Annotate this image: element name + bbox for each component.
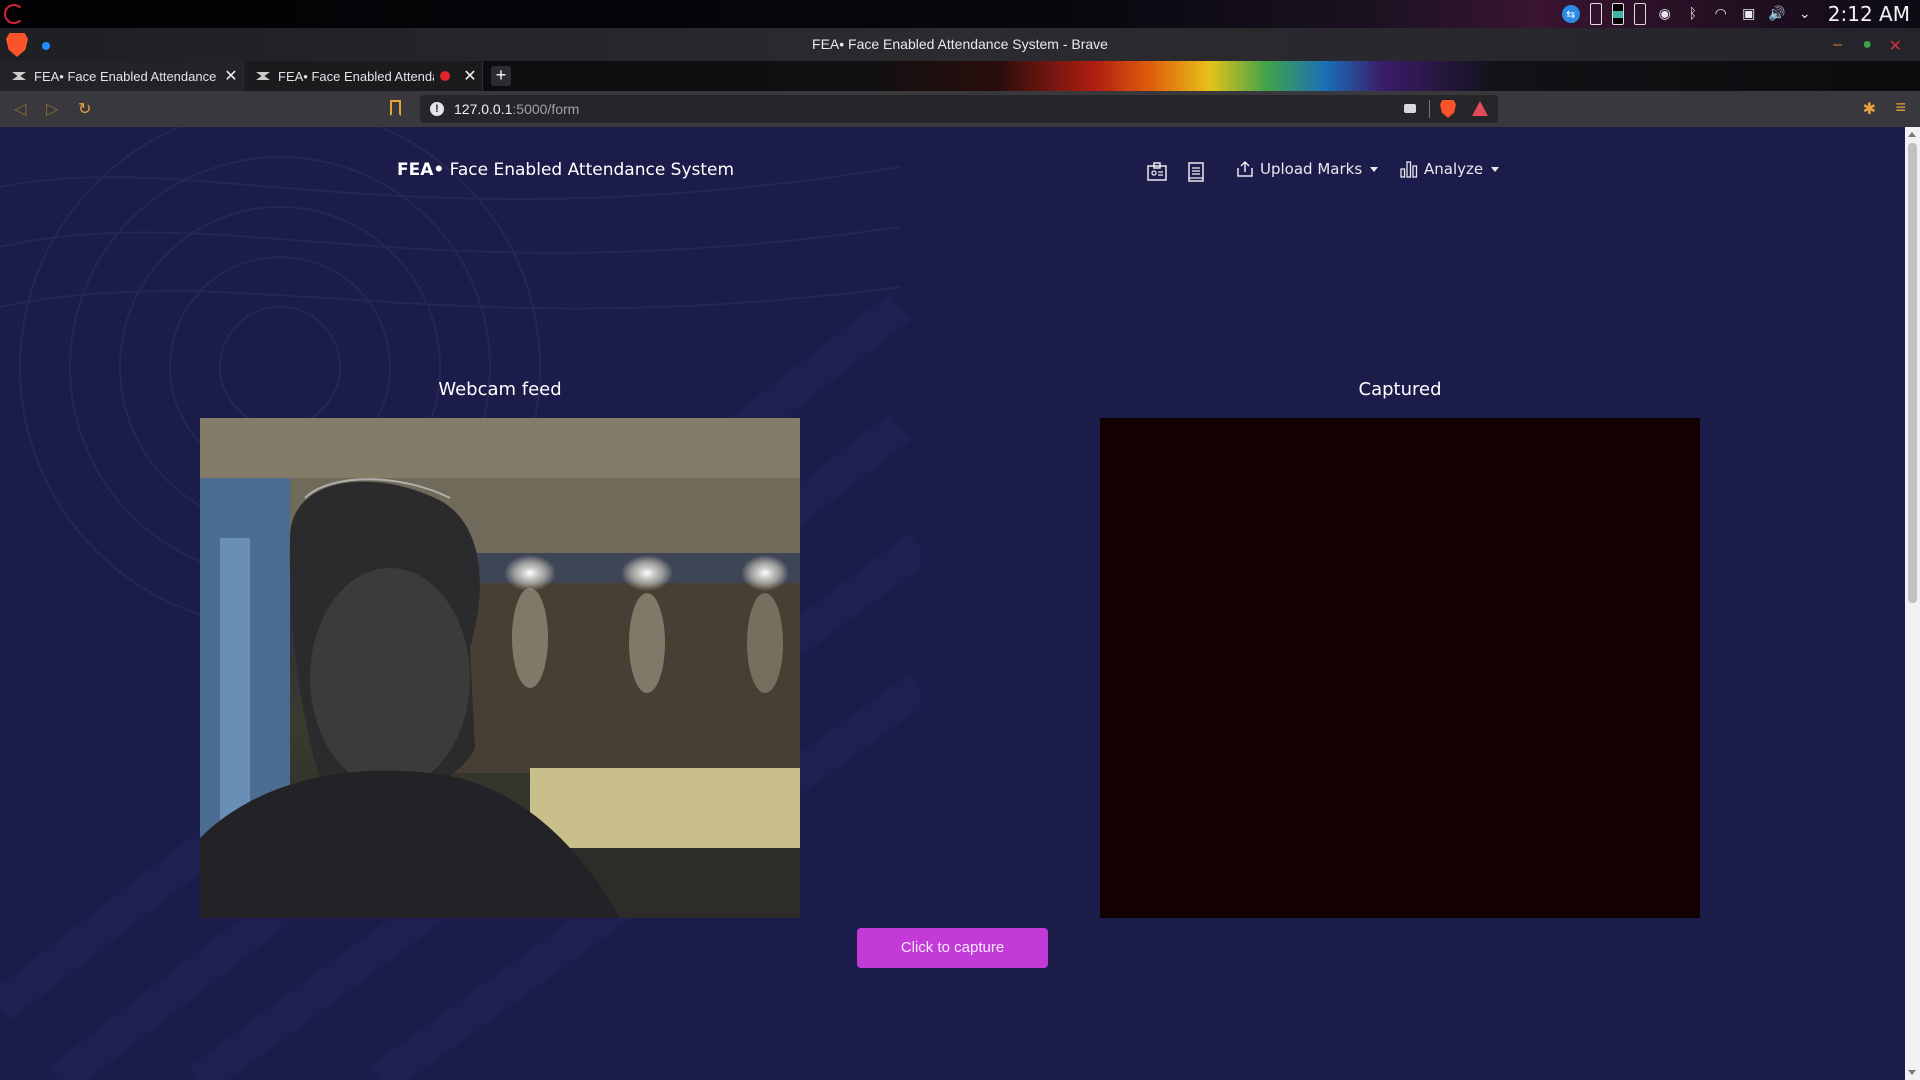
page-scrollbar[interactable] <box>1905 127 1920 1080</box>
battery-icon[interactable] <box>1611 3 1624 25</box>
clock[interactable]: 2:12 AM <box>1828 2 1910 26</box>
brave-shields-icon[interactable] <box>1440 100 1456 118</box>
menu-icon[interactable]: ≡ <box>1895 97 1906 118</box>
scroll-down-icon[interactable] <box>1908 1070 1916 1075</box>
maximize-button[interactable]: ● <box>1862 36 1872 54</box>
upload-marks-label: Upload Marks <box>1260 160 1363 178</box>
url-text[interactable]: 127.0.0.1:5000/form <box>454 101 579 117</box>
brand-title[interactable]: FEA• Face Enabled Attendance System <box>397 160 734 180</box>
bar-chart-icon <box>1400 161 1418 178</box>
chevron-down-icon[interactable]: ⌄ <box>1796 5 1814 23</box>
volume-icon[interactable]: 🔊 <box>1768 5 1786 23</box>
tab-fea-2[interactable]: FEA• Face Enabled Attendance System ✕ <box>244 61 483 91</box>
upload-marks-dropdown[interactable]: Upload Marks <box>1236 160 1379 178</box>
tab-fea-1[interactable]: FEA• Face Enabled Attendance System ✕ <box>0 61 244 91</box>
report-document-icon[interactable] <box>1186 162 1206 182</box>
browser-toolbar: ◁ ▷ ↻ ! 127.0.0.1:5000/form ✱ ≡ <box>0 91 1920 127</box>
scroll-thumb[interactable] <box>1908 143 1917 603</box>
scroll-up-icon[interactable] <box>1908 132 1916 137</box>
analyze-label: Analyze <box>1424 160 1484 178</box>
extensions-icon[interactable]: ✱ <box>1863 99 1876 119</box>
favicon-icon <box>12 72 26 80</box>
analyze-dropdown[interactable]: Analyze <box>1400 160 1500 178</box>
webcam-frame <box>200 418 800 918</box>
capture-button[interactable]: Click to capture <box>857 928 1048 968</box>
tab-label: FEA• Face Enabled Attendance System <box>34 68 219 84</box>
camera-in-use-icon[interactable] <box>1404 104 1416 113</box>
attendance-card-icon[interactable] <box>1147 162 1167 182</box>
site-info-icon[interactable]: ! <box>430 102 444 116</box>
forward-icon[interactable]: ▷ <box>46 99 58 119</box>
upload-icon <box>1237 160 1253 177</box>
reload-icon[interactable]: ↻ <box>78 99 91 119</box>
brave-rewards-icon[interactable] <box>1472 101 1488 116</box>
close-window-button[interactable]: ✕ <box>1889 36 1902 56</box>
captured-image <box>1100 418 1700 918</box>
system-tray: ⇆ ◉ ᛒ ◠ ▣ 🔊 ⌄ 2:12 AM <box>1561 0 1910 28</box>
wifi-icon[interactable]: ◠ <box>1712 5 1730 23</box>
captured-title: Captured <box>1358 379 1442 400</box>
minimize-button[interactable]: – <box>1833 36 1842 54</box>
page-content: FEA• Face Enabled Attendance System Uplo… <box>0 127 1905 1080</box>
separator <box>1429 100 1430 118</box>
battery-icon[interactable] <box>1589 3 1602 25</box>
webcam-feed-title: Webcam feed <box>438 379 562 400</box>
os-top-bar: ⇆ ◉ ᛒ ◠ ▣ 🔊 ⌄ 2:12 AM <box>0 0 1920 28</box>
caret-down-icon <box>1491 166 1500 172</box>
caret-down-icon <box>1370 166 1379 172</box>
webcam-video <box>200 418 800 918</box>
accessibility-icon[interactable]: ◉ <box>1656 5 1674 23</box>
back-icon[interactable]: ◁ <box>14 99 26 119</box>
window-title: FEA• Face Enabled Attendance System - Br… <box>812 36 1108 52</box>
bluetooth-icon[interactable]: ᛒ <box>1684 5 1702 23</box>
teamviewer-icon[interactable]: ⇆ <box>1561 5 1580 23</box>
address-bar[interactable]: ! 127.0.0.1:5000/form <box>420 95 1498 123</box>
bookmark-icon[interactable] <box>390 100 401 116</box>
debian-logo-icon[interactable] <box>4 4 24 24</box>
display-icon[interactable]: ▣ <box>1740 5 1758 23</box>
tab-label: FEA• Face Enabled Attendance System <box>278 68 434 84</box>
new-tab-button[interactable]: + <box>491 66 511 86</box>
recording-indicator-icon <box>440 71 450 81</box>
close-tab-icon[interactable]: ✕ <box>458 66 482 86</box>
tab-strip: FEA• Face Enabled Attendance System ✕ FE… <box>0 61 1920 91</box>
close-tab-icon[interactable]: ✕ <box>219 66 243 86</box>
browser-title-bar: FEA• Face Enabled Attendance System - Br… <box>0 28 1920 61</box>
favicon-icon <box>256 72 270 80</box>
battery-icon[interactable] <box>1633 3 1646 25</box>
